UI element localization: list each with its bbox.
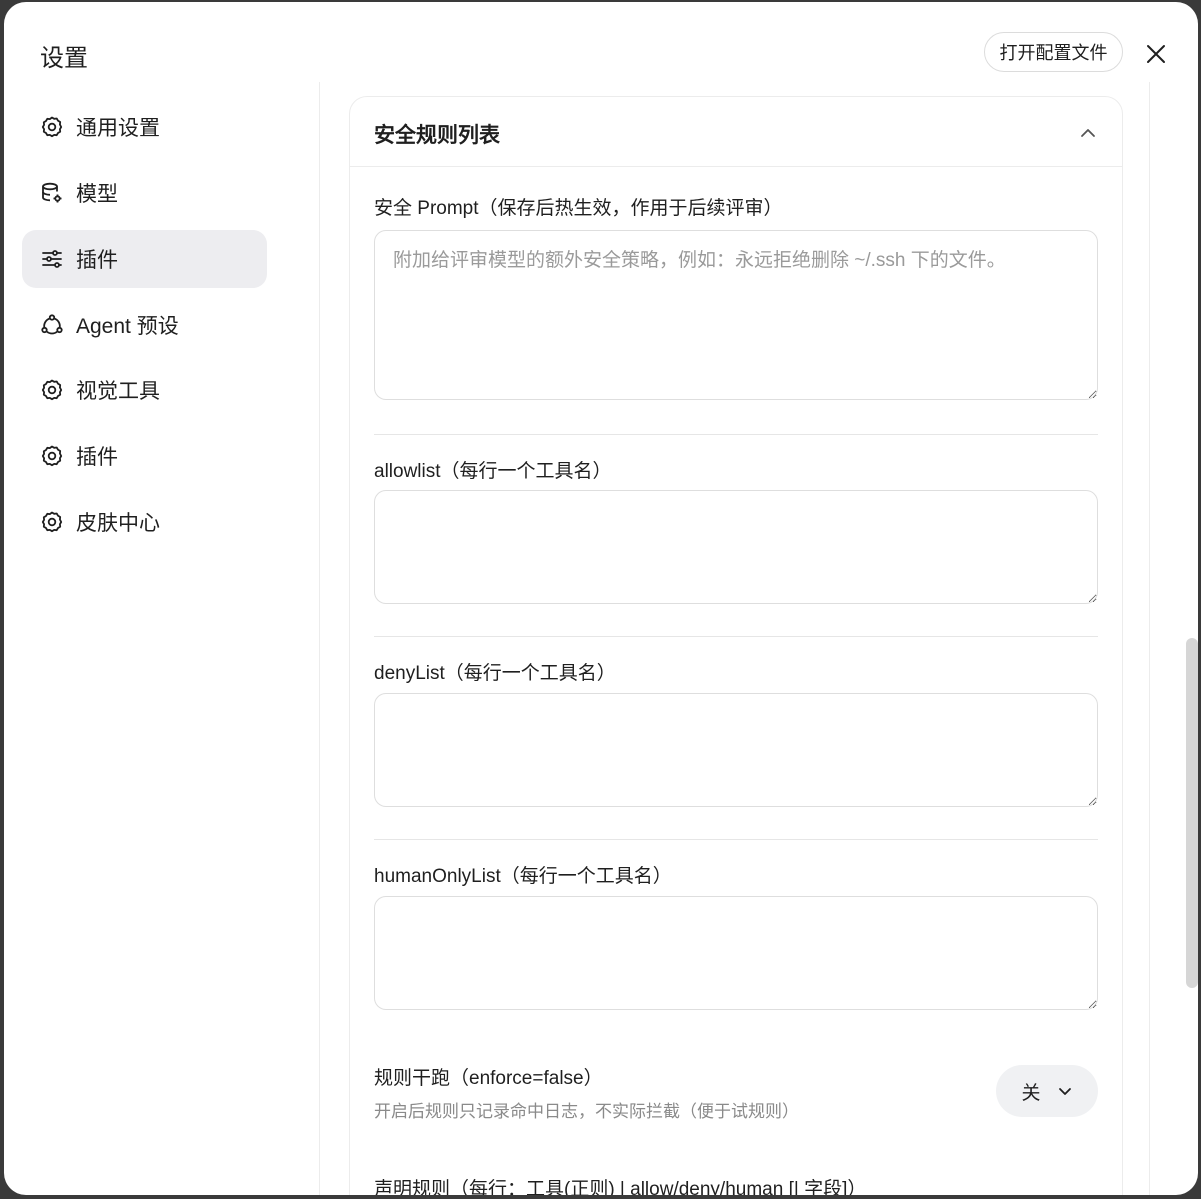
divider	[374, 434, 1098, 435]
allowlist-input[interactable]	[374, 490, 1098, 604]
content-border	[1149, 82, 1150, 1195]
chevron-up-icon	[1081, 129, 1095, 137]
security-rules-card: 安全规则列表 安全 Prompt（保存后热生效，作用于后续评审） allowli…	[349, 96, 1123, 1195]
database-gear-icon	[40, 181, 64, 205]
security-prompt-label: 安全 Prompt（保存后热生效，作用于后续评审）	[374, 198, 783, 219]
settings-content: 安全规则列表 安全 Prompt（保存后热生效，作用于后续评审） allowli…	[321, 82, 1149, 1195]
settings-dialog: 设置 打开配置文件 通用设置 模型 插件 Agent 预设 视觉工具 插件 皮肤…	[4, 2, 1198, 1195]
divider	[374, 839, 1098, 840]
dry-run-select[interactable]: 关	[996, 1065, 1098, 1117]
sidebar-item-vision-tools[interactable]: 视觉工具	[22, 361, 267, 419]
dry-run-label: 规则干跑（enforce=false）	[374, 1068, 603, 1089]
sidebar-item-label: 模型	[76, 183, 118, 206]
divider	[374, 636, 1098, 637]
sliders-icon	[40, 247, 64, 271]
sidebar-item-label: 通用设置	[76, 117, 160, 140]
sidebar-item-plugins-2[interactable]: 插件	[22, 427, 267, 485]
human-only-list-input[interactable]	[374, 896, 1098, 1010]
agent-icon	[40, 313, 64, 337]
human-only-list-label: humanOnlyList（每行一个工具名）	[374, 866, 672, 887]
sidebar: 通用设置 模型 插件 Agent 预设 视觉工具 插件 皮肤中心	[4, 82, 320, 1195]
chevron-down-icon	[1058, 1088, 1071, 1095]
sidebar-item-general[interactable]: 通用设置	[22, 98, 267, 156]
sidebar-item-label: 插件	[76, 446, 118, 469]
dry-run-description: 开启后规则只记录命中日志，不实际拦截（便于试规则）	[374, 1102, 799, 1121]
close-button[interactable]	[1140, 38, 1172, 70]
dialog-title: 设置	[40, 45, 88, 72]
gear-icon	[40, 444, 64, 468]
collapse-button[interactable]	[1076, 121, 1100, 145]
sidebar-item-agent-presets[interactable]: Agent 预设	[22, 296, 267, 354]
sidebar-item-plugins[interactable]: 插件	[22, 230, 267, 288]
open-config-button[interactable]: 打开配置文件	[984, 32, 1123, 72]
scrollbar-thumb[interactable]	[1186, 638, 1198, 988]
dry-run-value: 关	[1021, 1082, 1041, 1104]
sidebar-item-label: 插件	[76, 249, 118, 272]
gear-icon	[40, 115, 64, 139]
card-header[interactable]: 安全规则列表	[350, 97, 1122, 167]
denylist-input[interactable]	[374, 693, 1098, 807]
allowlist-label: allowlist（每行一个工具名）	[374, 461, 612, 482]
security-prompt-input[interactable]	[374, 230, 1098, 400]
gear-icon	[40, 378, 64, 402]
sidebar-item-models[interactable]: 模型	[22, 164, 267, 222]
denylist-label: denyList（每行一个工具名）	[374, 663, 616, 684]
declared-rules-label: 声明规则（每行：工具(正则) | allow/deny/human [| 字段]…	[374, 1179, 867, 1195]
sidebar-item-label: 视觉工具	[76, 380, 160, 403]
gear-icon	[40, 510, 64, 534]
sidebar-item-label: Agent 预设	[76, 315, 179, 338]
close-icon	[1147, 45, 1165, 63]
sidebar-item-label: 皮肤中心	[76, 512, 160, 535]
card-title: 安全规则列表	[374, 124, 500, 147]
sidebar-item-skin-center[interactable]: 皮肤中心	[22, 493, 267, 551]
